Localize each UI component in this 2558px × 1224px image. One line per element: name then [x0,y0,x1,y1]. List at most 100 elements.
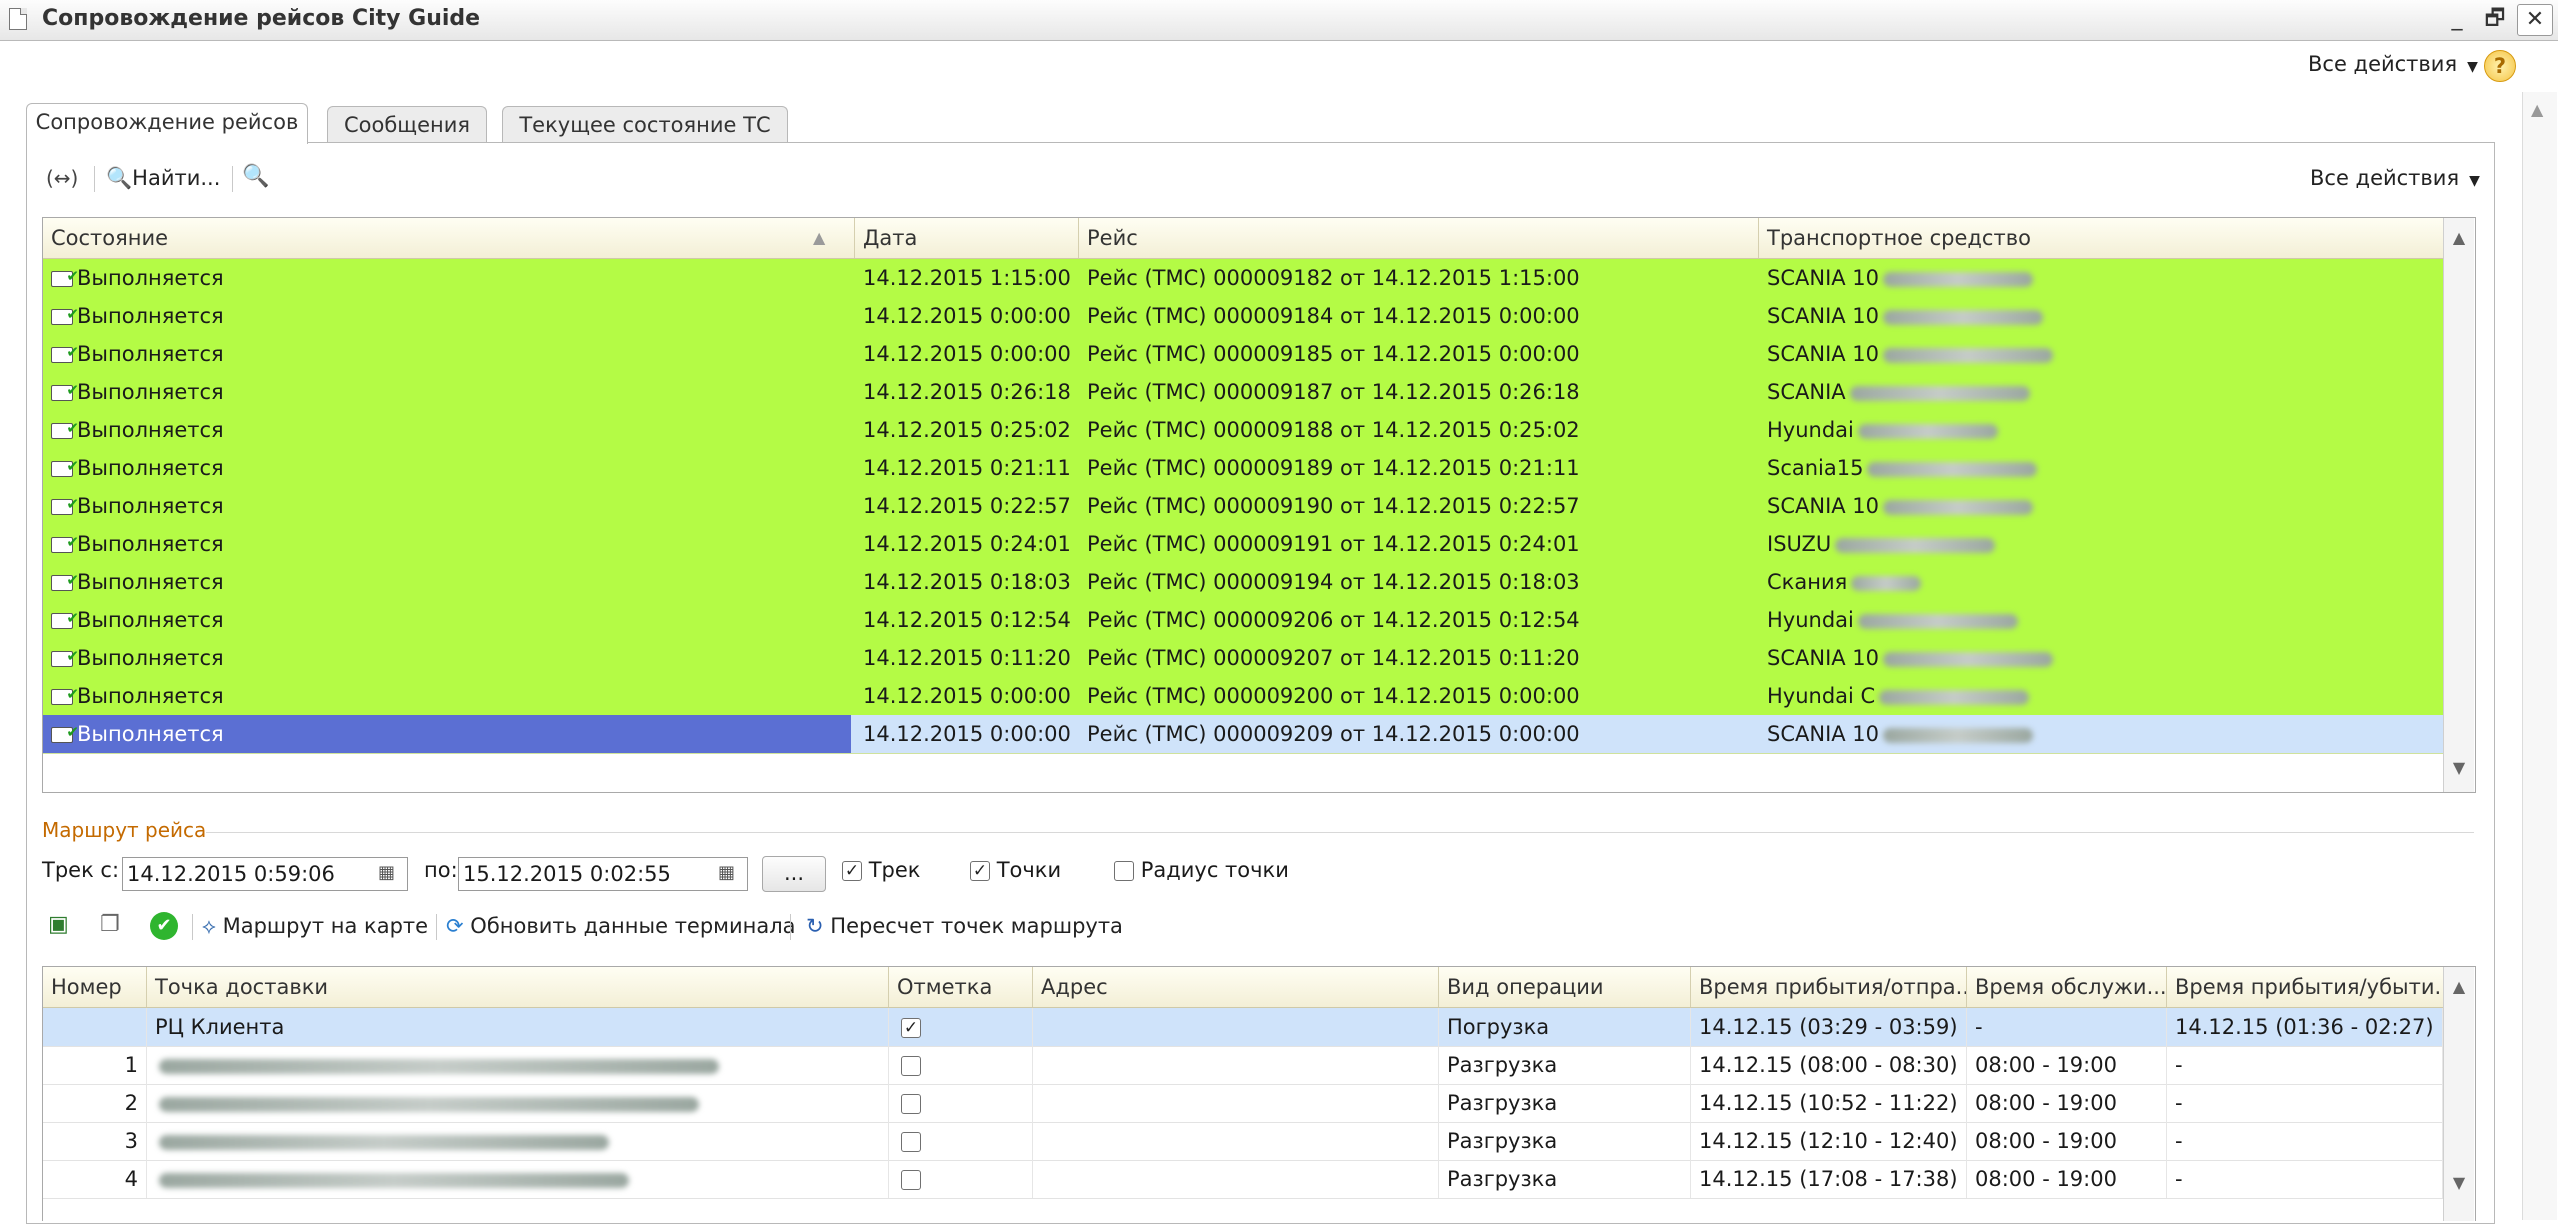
close-button[interactable]: ✕ [2517,4,2553,36]
cell-mark [889,1046,1033,1084]
col-service-time[interactable]: Время обслужи... [1967,967,2167,1007]
redacted-plate [1879,689,2030,705]
table-row[interactable]: Выполняется 14.12.2015 0:25:02 Рейс (ТМС) … [43,411,2443,450]
mark-checkbox[interactable] [901,1170,921,1190]
all-actions-menu[interactable]: Все действия ▼ [2308,52,2478,76]
col-trip[interactable]: Рейс [1079,218,1759,258]
col-arrival-leave[interactable]: Время прибытия/убыти... [2167,967,2443,1007]
table-row[interactable]: Выполняется 14.12.2015 0:18:03 Рейс (ТМС) … [43,563,2443,602]
redacted-plate [1883,651,2054,667]
radius-checkbox[interactable]: Радиус точки [1114,858,1289,882]
trip-status-icon [51,259,79,295]
table-all-actions-menu[interactable]: Все действия ▼ [2310,166,2480,190]
scroll-up-icon[interactable]: ▲ [2444,222,2474,254]
help-icon[interactable]: ? [2484,50,2516,82]
mark-checkbox[interactable] [901,1132,921,1152]
sort-icon: ▲ [813,228,826,247]
map-route-button[interactable]: ⟡ Маршрут на карте [202,914,428,939]
cell-date-text: 14.12.2015 0:26:18 [863,380,1071,404]
table-row[interactable]: Выполняется 14.12.2015 0:22:57 Рейс (ТМС) … [43,487,2443,526]
track-from-input[interactable]: 14.12.2015 0:59:06 [122,857,408,891]
points-checkbox[interactable]: ✓ Точки [970,858,1061,882]
cell-vehicle-text: Hyundai C [1767,684,1876,708]
table-row[interactable]: Выполняется 14.12.2015 1:15:00 Рейс (ТМС) … [43,259,2443,298]
period-select-button[interactable]: ... [762,856,826,892]
toolbar-separator [790,914,791,940]
table-row[interactable]: Выполняется 14.12.2015 0:00:00 Рейс (ТМС) … [43,715,2443,754]
trips-table-header: Состояние ▲ Дата Рейс Транспортное средс… [43,218,2443,259]
cell-trip: Рейс (ТМС) 000009187 от 14.12.2015 0:26:… [1079,373,1759,411]
mark-checkbox[interactable]: ✓ [901,1018,921,1038]
points-check-mark[interactable]: ✓ [970,861,990,881]
col-state[interactable]: Состояние [43,218,855,258]
cell-mark: ✓ [889,1008,1033,1046]
table-row[interactable]: Выполняется 14.12.2015 0:00:00 Рейс (ТМС) … [43,335,2443,374]
uncheck-all-icon[interactable]: ❐ [100,912,120,937]
cell-vehicle: Hyundai [1759,601,2443,639]
col-address[interactable]: Адрес [1033,967,1439,1007]
scroll-up-icon[interactable]: ▲ [2531,100,2543,119]
cell-date: 14.12.2015 0:12:54 [855,601,1079,639]
cell-vehicle: Scania15 [1759,449,2443,487]
table-row[interactable]: 3 Разгрузка 14.12.15 (12:10 - 12:40) 08:00 … [43,1122,2443,1161]
track-check-mark[interactable]: ✓ [842,861,862,881]
points-scrollbar[interactable]: ▲ ▼ [2443,967,2474,1221]
confirm-icon[interactable]: ✔ [150,912,178,940]
cell-date: 14.12.2015 0:25:02 [855,411,1079,449]
cell-arrival-departure-text: 14.12.15 (08:00 - 08:30) [1699,1053,1958,1077]
col-delivery-point[interactable]: Точка доставки [147,967,889,1007]
refresh-terminal-button[interactable]: ⟳ Обновить данные терминала [446,914,796,938]
map-route-label: Маршрут на карте [222,914,429,938]
table-row[interactable]: Выполняется 14.12.2015 0:24:01 Рейс (ТМС) … [43,525,2443,564]
cell-delivery-point [147,1122,889,1160]
table-row[interactable]: 1 Разгрузка 14.12.15 (08:00 - 08:30) 08:00 … [43,1046,2443,1085]
scroll-down-icon[interactable]: ▼ [2444,1167,2474,1199]
table-row[interactable]: Выполняется 14.12.2015 0:00:00 Рейс (ТМС) … [43,297,2443,336]
table-row[interactable]: Выполняется 14.12.2015 0:12:54 Рейс (ТМС) … [43,601,2443,640]
col-vehicle[interactable]: Транспортное средство [1759,218,2443,258]
recalc-points-button[interactable]: ↻ Пересчет точек маршрута [806,914,1123,938]
minimize-button[interactable]: _ [2440,4,2474,34]
scroll-up-icon[interactable]: ▲ [2444,971,2474,1003]
mark-checkbox[interactable] [901,1094,921,1114]
col-number[interactable]: Номер [43,967,147,1007]
cell-vehicle-text: Скания [1767,570,1848,594]
tab-messages[interactable]: Сообщения [327,106,487,143]
cell-state-text: Выполняется [77,304,224,328]
outer-scrollbar[interactable]: ▲ [2522,92,2557,1220]
track-checkbox[interactable]: ✓ Трек [842,858,920,882]
table-row[interactable]: 2 Разгрузка 14.12.15 (10:52 - 11:22) 08:00 … [43,1084,2443,1123]
cancel-search-icon[interactable]: 🔍 [242,164,269,189]
cell-address [1033,1122,1439,1160]
calendar-icon[interactable]: ▦ [378,862,395,883]
table-row[interactable]: РЦ Клиента ✓ Погрузка 14.12.15 (03:29 - 03:… [43,1008,2443,1047]
radius-check-box[interactable] [1114,861,1134,881]
col-mark[interactable]: Отметка [889,967,1033,1007]
col-operation[interactable]: Вид операции [1439,967,1691,1007]
table-row[interactable]: Выполняется 14.12.2015 0:00:00 Рейс (ТМС) … [43,677,2443,716]
cell-state-text: Выполняется [77,266,224,290]
cell-arrival-leave: - [2167,1046,2443,1084]
calendar-icon[interactable]: ▦ [718,862,735,883]
refresh-toggle-icon[interactable]: (↔) [46,166,78,190]
cell-mark [889,1084,1033,1122]
cell-address [1033,1160,1439,1198]
table-row[interactable]: Выполняется 14.12.2015 0:21:11 Рейс (ТМС) … [43,449,2443,488]
track-to-input[interactable]: 15.12.2015 0:02:55 [458,857,748,891]
mark-checkbox[interactable] [901,1056,921,1076]
table-row[interactable]: 4 Разгрузка 14.12.15 (17:08 - 17:38) 08:00 … [43,1160,2443,1199]
trips-scrollbar[interactable]: ▲ ▼ [2443,218,2474,792]
find-label: Найти... [132,166,221,190]
cell-number [43,1008,147,1046]
table-row[interactable]: Выполняется 14.12.2015 0:26:18 Рейс (ТМС) … [43,373,2443,412]
scroll-down-icon[interactable]: ▼ [2444,752,2474,784]
check-all-icon[interactable]: ▣ [48,912,69,937]
find-button[interactable]: 🔍Найти... [106,166,220,191]
restore-button[interactable]: 🗗 [2478,4,2512,34]
table-row[interactable]: Выполняется 14.12.2015 0:11:20 Рейс (ТМС) … [43,639,2443,678]
col-arrival-departure[interactable]: Время прибытия/отпра... [1691,967,1967,1007]
tab-vehicle-state[interactable]: Текущее состояние ТС [502,106,788,143]
col-date[interactable]: Дата [855,218,1079,258]
trip-status-icon [51,335,79,371]
tab-trip-support[interactable]: Сопровождение рейсов [26,103,308,144]
